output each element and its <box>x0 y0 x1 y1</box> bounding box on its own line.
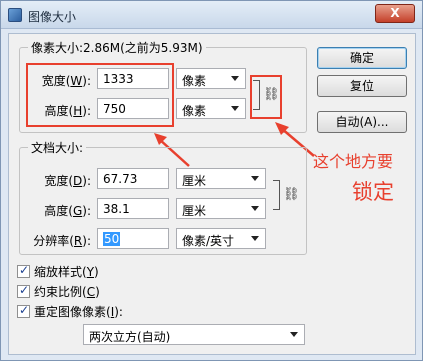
resolution-unit-select[interactable]: 像素/英寸 <box>176 228 266 249</box>
highlight-box-link-icon <box>250 75 282 119</box>
reset-button[interactable]: 复位 <box>317 75 407 97</box>
photoshop-app-icon <box>8 8 22 22</box>
auto-button[interactable]: 自动(A)... <box>317 111 407 133</box>
close-button[interactable]: X <box>375 4 415 23</box>
image-size-dialog: 图像大小 X 像素大小:2.86M(之前为5.93M) 宽度(W): 1333 … <box>0 0 423 361</box>
resample-image-checkbox[interactable]: 重定图像像素(I): <box>17 303 123 320</box>
chevron-down-icon <box>251 206 259 211</box>
constrain-proportions-checkbox[interactable]: 约束比例(C) <box>17 283 100 300</box>
doc-width-label: 宽度(D): <box>44 174 91 188</box>
chevron-down-icon <box>251 236 259 241</box>
doc-height-unit-select[interactable]: 厘米 <box>176 198 266 219</box>
pixel-width-unit-select[interactable]: 像素 <box>176 68 246 89</box>
checkbox-checked-icon <box>17 303 30 318</box>
chevron-down-icon <box>290 332 298 337</box>
checkbox-checked-icon <box>17 283 30 298</box>
checkbox-checked-icon <box>17 263 30 278</box>
doc-width-unit-select[interactable]: 厘米 <box>176 168 266 189</box>
arrow-head-1 <box>154 133 167 145</box>
pixel-height-unit-select[interactable]: 像素 <box>176 98 246 119</box>
document-size-label: 文档大小: <box>28 139 87 156</box>
doc-height-input[interactable]: 38.1 <box>97 198 169 219</box>
resample-method-select[interactable]: 两次立方(自动) <box>83 324 305 345</box>
dialog-body: 像素大小:2.86M(之前为5.93M) 宽度(W): 1333 像素 高度(H… <box>8 33 416 355</box>
doc-width-input[interactable]: 67.73 <box>97 168 169 189</box>
doc-height-label: 高度(G): <box>44 204 91 218</box>
highlight-box-pixel-inputs <box>26 63 174 127</box>
resolution-input[interactable]: 50 <box>97 228 169 249</box>
title-bar[interactable]: 图像大小 X <box>1 1 422 29</box>
chain-link-icon: ⛓ <box>283 187 300 202</box>
annotation-text-line1: 这个地方要 <box>313 152 394 171</box>
scale-styles-checkbox[interactable]: 缩放样式(Y) <box>17 263 99 280</box>
chevron-down-icon <box>231 106 239 111</box>
ok-button[interactable]: 确定 <box>317 47 407 69</box>
resolution-label: 分辨率(R): <box>33 234 91 248</box>
doc-link-bracket <box>273 180 280 210</box>
pixel-dimensions-label: 像素大小:2.86M(之前为5.93M) <box>28 39 206 56</box>
dialog-title: 图像大小 <box>28 10 77 24</box>
chevron-down-icon <box>251 176 259 181</box>
resolution-selected-text: 50 <box>103 232 121 246</box>
chevron-down-icon <box>231 76 239 81</box>
annotation-text-line2: 锁定 <box>352 180 394 204</box>
